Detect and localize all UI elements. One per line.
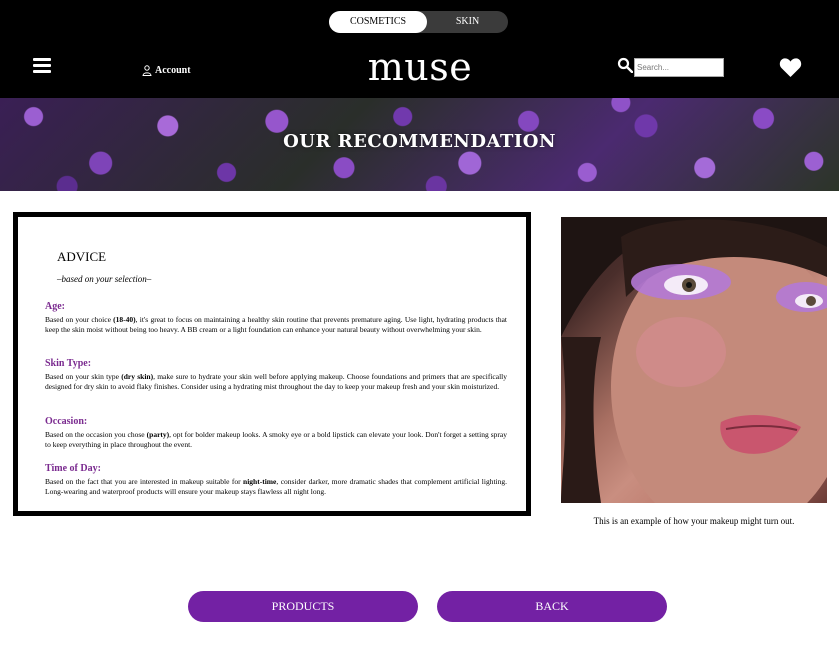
top-header: COSMETICS SKIN Account muse <box>0 0 839 98</box>
section-heading: Occasion: <box>45 416 88 427</box>
section-heading: Time of Day: <box>45 463 101 474</box>
face-illustration <box>561 217 827 503</box>
section-heading: Age: <box>45 301 65 312</box>
section-text: Based on your choice (18-40), it's great… <box>45 315 507 334</box>
advice-subtitle: –based on your selection– <box>57 274 152 284</box>
advice-title: ADVICE <box>57 249 107 264</box>
brand-logo[interactable]: muse <box>340 44 500 90</box>
account-link[interactable]: Account <box>142 63 191 77</box>
back-button[interactable]: BACK <box>437 591 667 622</box>
photo-caption: This is an example of how your makeup mi… <box>593 516 795 526</box>
advice-section-age: Age: Based on your choice (18-40), it's … <box>45 301 507 334</box>
toggle-skin[interactable]: SKIN <box>427 11 508 33</box>
category-toggle: COSMETICS SKIN <box>329 11 508 33</box>
search-input[interactable] <box>634 58 724 77</box>
section-text: Based on your skin type (dry skin), make… <box>45 372 508 391</box>
advice-panel: ADVICE –based on your selection– Age: Ba… <box>13 212 531 516</box>
advice-section-time-of-day: Time of Day: Based on the fact that you … <box>45 463 507 496</box>
advice-section-skin-type: Skin Type: Based on your skin type (dry … <box>45 358 507 391</box>
heart-icon[interactable] <box>779 57 802 78</box>
toggle-cosmetics[interactable]: COSMETICS <box>329 11 427 33</box>
account-label: Account <box>155 64 191 76</box>
products-button[interactable]: PRODUCTS <box>188 591 418 622</box>
makeup-example-photo <box>561 217 827 503</box>
advice-section-occasion: Occasion: Based on the occasion you chos… <box>45 416 507 449</box>
hero-banner: OUR RECOMMENDATION <box>0 98 839 191</box>
section-text: Based on the fact that you are intereste… <box>45 477 507 496</box>
section-text: Based on the occasion you chose (party),… <box>45 430 507 449</box>
menu-icon[interactable] <box>33 58 51 74</box>
user-icon <box>142 64 152 76</box>
page-title: OUR RECOMMENDATION <box>283 131 556 152</box>
search-icon[interactable] <box>617 57 633 73</box>
section-heading: Skin Type: <box>45 358 92 369</box>
